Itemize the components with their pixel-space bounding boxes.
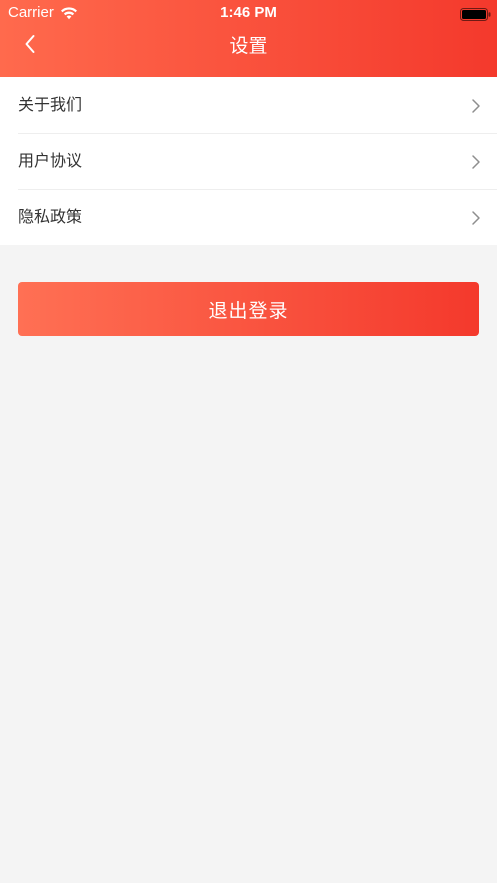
- nav-bar: 设置: [0, 26, 497, 77]
- status-bar: Carrier 1:46 PM: [0, 0, 497, 26]
- chevron-right-icon: [471, 98, 481, 114]
- settings-screen: Carrier 1:46 PM 设置 关于我们 用户协议 隐私政策 退出登录: [0, 0, 497, 883]
- menu-item-label: 隐私政策: [18, 207, 83, 226]
- clock: 1:46 PM: [220, 4, 277, 21]
- page-title: 设置: [229, 35, 268, 57]
- header: Carrier 1:46 PM 设置: [0, 0, 497, 77]
- chevron-right-icon: [471, 154, 481, 170]
- logout-button[interactable]: 退出登录: [18, 282, 479, 336]
- menu-item-label: 关于我们: [18, 95, 83, 114]
- chevron-right-icon: [471, 210, 481, 226]
- menu-item-user-agreement[interactable]: 用户协议: [0, 133, 497, 189]
- settings-menu: 关于我们 用户协议 隐私政策: [0, 77, 497, 245]
- battery-icon: [460, 6, 491, 21]
- menu-item-label: 用户协议: [18, 151, 83, 170]
- menu-item-about-us[interactable]: 关于我们: [0, 77, 497, 133]
- menu-item-privacy-policy[interactable]: 隐私政策: [0, 189, 497, 245]
